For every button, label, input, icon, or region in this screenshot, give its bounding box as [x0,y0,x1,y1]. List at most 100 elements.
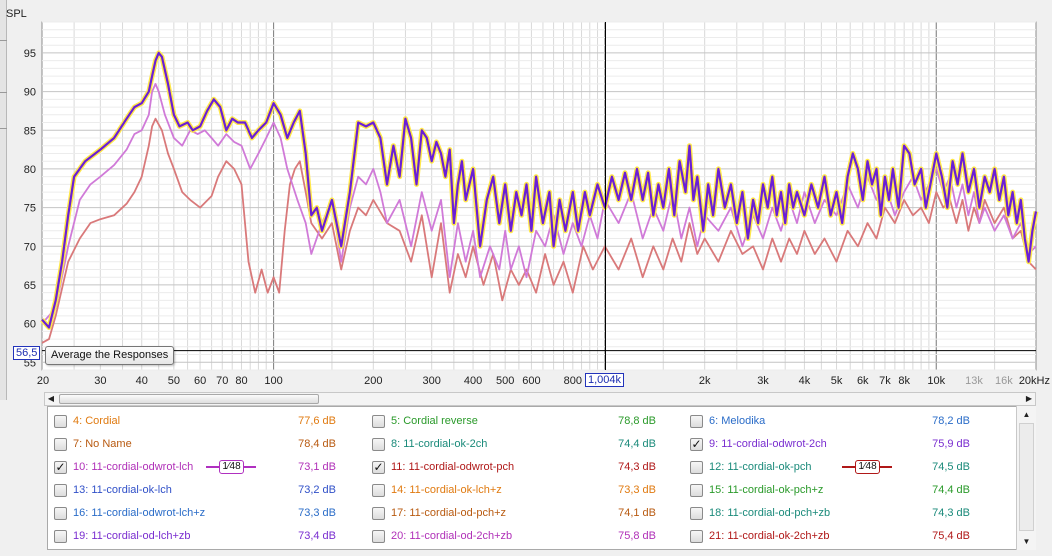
average-level-value: 74,5 dB [932,461,970,473]
legend-item[interactable]: 7: No Name 78,4 dB [48,432,366,455]
visibility-checkbox[interactable] [372,507,385,520]
y-tick-label: 80 [24,164,36,176]
measurement-name[interactable]: 7: No Name [73,438,132,450]
legend-item[interactable]: ✓ 10: 11-cordial-odwrot-lch 1⁄48 73,1 dB [48,455,366,478]
visibility-checkbox[interactable]: ✓ [690,438,703,451]
x-tick-label: 50 [168,375,180,387]
measurement-name[interactable]: 13: 11-cordial-ok-lch [73,484,172,496]
measurement-name[interactable]: 5: Cordial reverse [391,415,478,427]
legend-item[interactable]: 20: 11-cordial-od-2ch+zb 75,8 dB [366,524,684,547]
average-level-value: 74,1 dB [618,507,656,519]
y-tick-label: 70 [24,241,36,253]
measurement-name[interactable]: 18: 11-cordial-od-pch+zb [709,507,830,519]
scroll-up-icon[interactable]: ▲ [1020,408,1033,421]
x-tick-label: 100 [264,375,282,387]
measurement-name[interactable]: 16: 11-cordial-odwrot-lch+z [73,507,205,519]
x-tick-label: 80 [235,375,247,387]
x-tick-label: 300 [422,375,440,387]
measurement-name[interactable]: 4: Cordial [73,415,120,427]
x-tick-label: 7k [879,375,891,387]
average-level-value: 73,4 dB [298,530,336,542]
legend-item[interactable]: 12: 11-cordial-ok-pch 74,5 dB [684,455,1002,478]
y-tick-label: 90 [24,87,36,99]
legend-item[interactable]: 4: Cordial 77,6 dB [48,409,366,432]
x-tick-label: 800 [564,375,582,387]
legend-item[interactable]: 16: 11-cordial-odwrot-lch+z 73,3 dB [48,501,366,524]
legend-item[interactable]: 15: 11-cordial-ok-pch+z 74,4 dB [684,478,1002,501]
x-tick-label: 60 [194,375,206,387]
scroll-left-icon[interactable]: ◀ [45,393,57,405]
legend-item[interactable]: 17: 11-cordial-od-pch+z 74,1 dB [366,501,684,524]
measurement-name[interactable]: 14: 11-cordial-ok-lch+z [391,484,502,496]
legend-item[interactable]: 14: 11-cordial-ok-lch+z 73,3 dB [366,478,684,501]
measurement-name[interactable]: 20: 11-cordial-od-2ch+zb [391,530,512,542]
measurement-name[interactable]: 11: 11-cordial-odwrot-pch [391,461,514,473]
legend-item[interactable]: 5: Cordial reverse 78,8 dB [366,409,684,432]
measurement-name[interactable]: 12: 11-cordial-ok-pch [709,461,812,473]
legend-item[interactable]: 21: 11-cordial-ok-2ch+zb 75,4 dB [684,524,1002,547]
visibility-checkbox[interactable] [54,507,67,520]
visibility-checkbox[interactable]: ✓ [372,461,385,474]
legend-item[interactable]: 13: 11-cordial-ok-lch 73,2 dB [48,478,366,501]
scroll-right-icon[interactable]: ▶ [1023,393,1035,405]
visibility-checkbox[interactable] [372,415,385,428]
measurement-name[interactable]: 17: 11-cordial-od-pch+z [391,507,506,519]
x-tick-label: 13k [965,375,983,387]
x-tick-label: 200 [364,375,382,387]
measurement-name[interactable]: 19: 11-cordial-od-lch+zb [73,530,191,542]
visibility-checkbox[interactable] [54,438,67,451]
visibility-checkbox[interactable] [690,415,703,428]
smoothing-label: 1⁄48 [219,460,244,474]
visibility-checkbox[interactable] [690,530,703,543]
average-level-value: 75,9 dB [932,438,970,450]
legend-item[interactable]: ✓9: 11-cordial-odwrot-2ch1⁄4875,9 dB [684,432,1002,455]
legend-item[interactable]: 19: 11-cordial-od-lch+zb 73,4 dB [48,524,366,547]
legend-item[interactable]: 8: 11-cordial-ok-2ch 74,4 dB [366,432,684,455]
horizontal-scrollbar[interactable]: ◀ ▶ [44,392,1036,406]
visibility-checkbox[interactable] [54,530,67,543]
measurement-name[interactable]: 9: 11-cordial-odwrot-2ch [709,438,827,450]
average-level-value: 74,3 dB [932,507,970,519]
x-tick-label: 8k [898,375,910,387]
x-tick-label: 4k [799,375,811,387]
vertical-scrollbar[interactable]: ▲ ▼ [1016,406,1036,550]
x-tick-label: 30 [94,375,106,387]
scroll-down-icon[interactable]: ▼ [1020,535,1033,548]
average-level-value: 78,2 dB [932,415,970,427]
visibility-checkbox[interactable] [690,507,703,520]
visibility-checkbox[interactable] [372,438,385,451]
tooltip: Average the Responses [45,346,175,365]
measurement-name[interactable]: 8: 11-cordial-ok-2ch [391,438,487,450]
cursor-spl-readout: 56,5 [13,346,41,360]
cursor-frequency-readout: 1,004k [585,373,625,387]
average-level-value: 74,3 dB [618,461,656,473]
measurement-name[interactable]: 6: Melodika [709,415,765,427]
average-level-value: 73,2 dB [298,484,336,496]
legend-item[interactable]: ✓ 11: 11-cordial-odwrot-pch 1⁄48 74,3 dB [366,455,892,478]
measurement-list: 4: Cordial 77,6 dB 5: Cordial reverse 78,8 … [47,406,1036,550]
visibility-checkbox[interactable]: ✓ [54,461,67,474]
visibility-checkbox[interactable] [372,530,385,543]
measurement-name[interactable]: 15: 11-cordial-ok-pch+z [709,484,823,496]
y-tick-label: 65 [24,280,36,292]
vertical-scroll-track[interactable] [1019,423,1034,531]
x-tick-label: 10k [927,375,945,387]
average-level-value: 78,4 dB [298,438,336,450]
average-level-value: 73,3 dB [618,484,656,496]
x-tick-label: 400 [464,375,482,387]
visibility-checkbox[interactable] [54,484,67,497]
y-axis-label: SPL [6,8,27,20]
horizontal-scroll-thumb[interactable] [59,394,319,404]
y-tick-label: 75 [24,203,36,215]
y-tick-label: 95 [24,48,36,60]
legend-item[interactable]: 6: Melodika 78,2 dB [684,409,1002,432]
measurement-name[interactable]: 10: 11-cordial-odwrot-lch [73,461,193,473]
frequency-response-graph[interactable]: SPL95908580757065605520 30 40 50 60 70 80 100 20… [0,0,1052,392]
visibility-checkbox[interactable] [690,484,703,497]
visibility-checkbox[interactable] [54,415,67,428]
visibility-checkbox[interactable] [372,484,385,497]
measurement-name[interactable]: 21: 11-cordial-ok-2ch+zb [709,530,830,542]
y-tick-label: 85 [24,125,36,137]
visibility-checkbox[interactable] [690,461,703,474]
legend-item[interactable]: 18: 11-cordial-od-pch+zb 74,3 dB [684,501,1002,524]
